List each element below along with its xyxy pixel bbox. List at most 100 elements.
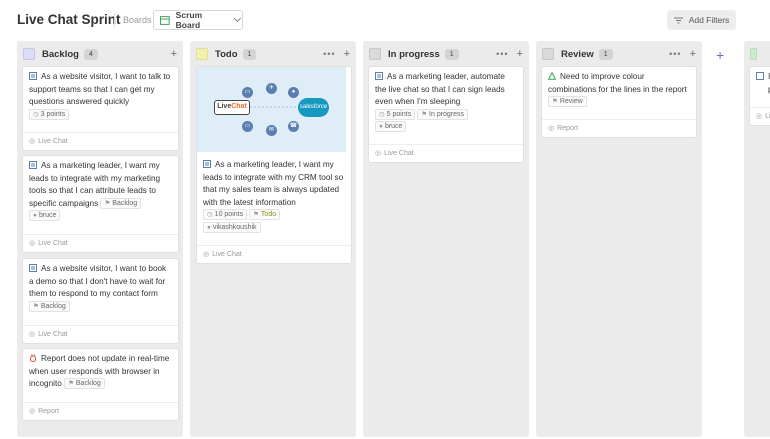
column-count-badge: 1 (242, 48, 257, 60)
story-icon (29, 161, 37, 169)
card-footer: ◎ Live Chat (23, 132, 178, 150)
more-icon[interactable]: ••• (669, 49, 681, 59)
column-review: Review 1 ••• + Need to improve colour com… (536, 41, 702, 437)
add-card-button[interactable]: + (517, 48, 523, 60)
card[interactable]: As a website visitor, I want to talk to … (23, 67, 178, 150)
column-color-swatch[interactable] (23, 48, 35, 60)
card-title: As a website visitor, I want to talk to … (29, 72, 171, 106)
flag-icon: ⚑ (33, 302, 39, 310)
card[interactable]: As a marketing leader, I want my leads t… (23, 156, 178, 252)
column-title: Backlog (42, 48, 79, 60)
card[interactable]: Report does not update in real-time when… (23, 349, 178, 420)
project-icon: ◎ (29, 138, 36, 145)
project-icon: ◎ (375, 150, 382, 157)
status-chip: ⚑ Todo (249, 209, 281, 220)
card-footer: ◎Li (750, 107, 770, 125)
flag-icon: ⚑ (68, 380, 74, 387)
column-count-badge: 1 (444, 48, 459, 60)
chevron-down-icon (233, 17, 242, 23)
column-header: Review 1 ••• + (542, 45, 696, 63)
story-icon (29, 72, 37, 80)
column-header: Backlog 4 + (23, 45, 177, 63)
column-header: In progress 1 ••• + (369, 45, 523, 63)
add-card-button[interactable]: + (171, 48, 177, 60)
card-footer: ◎ Report (542, 119, 696, 137)
story-icon (756, 72, 764, 80)
card-cover-image: LiveChat salesforce ▭ ✈ ● ▭ ✉ ☎ (197, 67, 346, 152)
column-in-progress: In progress 1 ••• + As a marketing leader… (363, 41, 529, 437)
project-icon: ◎ (29, 240, 36, 247)
column-count-badge: 1 (598, 48, 613, 60)
clock-icon: ◷ (207, 211, 213, 218)
flag-icon: ⚑ (253, 211, 259, 218)
connector-lines (250, 106, 298, 108)
column-title: Todo (215, 48, 238, 60)
column-count-badge: 4 (83, 48, 98, 60)
add-column-button[interactable]: + (716, 47, 724, 63)
clock-icon: ◷ (379, 110, 385, 118)
project-icon: ◎ (548, 125, 555, 132)
card[interactable]: I p ◎Li (750, 67, 770, 125)
project-icon: ◎ (29, 331, 36, 338)
user-icon: ● (207, 223, 211, 231)
header-divider (114, 13, 115, 27)
card-title-line2: p (756, 84, 770, 97)
assignee-chip: ● vikashkoushik (203, 221, 261, 233)
board-select-value: Scrum Board (175, 10, 203, 30)
card-footer: ◎ Live Chat (369, 144, 523, 162)
column-color-swatch[interactable] (369, 48, 381, 60)
card-title: As a website visitor, I want to book a d… (29, 264, 167, 298)
user-icon: ● (33, 212, 37, 219)
flag-icon: ⚑ (421, 110, 428, 118)
add-card-button[interactable]: + (690, 48, 696, 60)
more-icon[interactable]: ••• (496, 49, 508, 59)
add-filters-label: Add Filters (688, 15, 730, 25)
project-icon: ◎ (203, 251, 210, 258)
flag-icon: ⚑ (552, 98, 558, 105)
flag-icon: ⚑ (104, 199, 111, 207)
column-header (750, 45, 764, 63)
card-footer: ◎ Live Chat (23, 325, 178, 343)
card[interactable]: As a marketing leader, automate the live… (369, 67, 523, 162)
board-header: Live Chat Sprint Boards Scrum Board Add … (0, 0, 770, 40)
kanban-board: Backlog 4 + As a website visitor, I want… (0, 40, 770, 439)
card-title: As a marketing leader, I want my leads t… (203, 160, 344, 207)
column-color-swatch[interactable] (750, 48, 757, 60)
column-color-swatch[interactable] (196, 48, 208, 60)
card[interactable]: Need to improve colour combinations for … (542, 67, 696, 137)
card-footer: ◎ Live Chat (23, 234, 178, 252)
status-chip: ⚑ In progress (417, 108, 469, 120)
card-title: As a marketing leader, automate the live… (375, 72, 505, 106)
improvement-icon (548, 72, 556, 80)
clock-icon: ◷ (33, 110, 39, 118)
column-backlog: Backlog 4 + As a website visitor, I want… (17, 41, 183, 437)
card[interactable]: LiveChat salesforce ▭ ✈ ● ▭ ✉ ☎ As a mar… (197, 67, 351, 263)
filter-icon (673, 17, 683, 23)
project-icon: ◎ (756, 113, 763, 120)
card[interactable]: As a website visitor, I want to book a d… (23, 259, 178, 343)
user-icon: ● (379, 123, 383, 130)
status-chip: ⚑ Backlog (64, 378, 105, 389)
status-chip: ⚑ Review (548, 96, 587, 107)
card-title: Need to improve colour combinations for … (548, 72, 687, 94)
story-icon (29, 264, 37, 272)
bug-icon (30, 354, 36, 362)
card-footer: ◎ Live Chat (197, 245, 351, 263)
column-todo: Todo 1 ••• + LiveChat salesforce ▭ ✈ ● ▭ … (190, 41, 356, 437)
column-header: Todo 1 ••• + (196, 45, 350, 63)
card-footer: ◎ Report (23, 402, 178, 420)
add-filters-button[interactable]: Add Filters (667, 10, 736, 30)
assignee-chip: ● bruce (29, 210, 61, 221)
column-color-swatch[interactable] (542, 48, 554, 60)
story-icon (375, 72, 383, 80)
board-select[interactable]: Scrum Board (153, 10, 243, 30)
status-chip: ⚑ Backlog (29, 300, 70, 312)
boards-label[interactable]: Boards (123, 15, 152, 25)
column-title: Review (561, 48, 594, 60)
status-chip: ⚑ Backlog (100, 197, 142, 209)
page-title: Live Chat Sprint (17, 12, 121, 27)
more-icon[interactable]: ••• (323, 49, 335, 59)
column-title: In progress (388, 48, 440, 60)
add-card-button[interactable]: + (344, 48, 350, 60)
story-icon (203, 160, 211, 168)
